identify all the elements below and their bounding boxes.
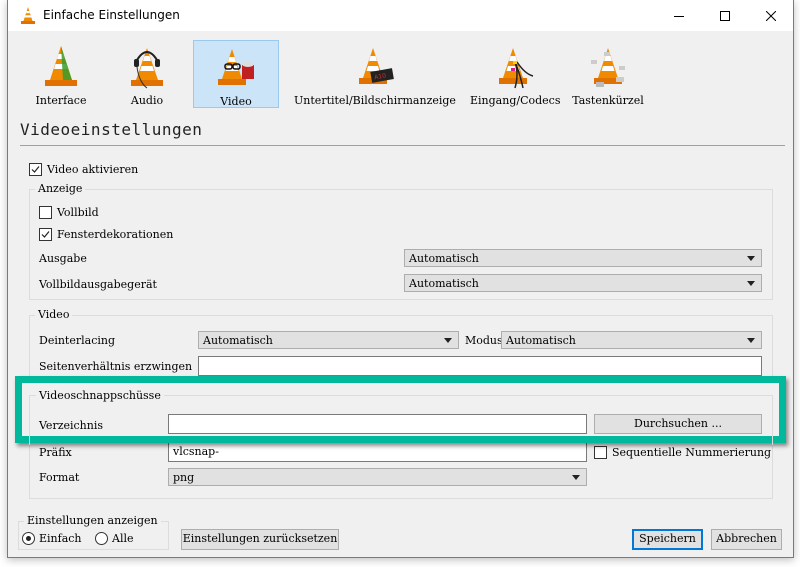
category-subtitles[interactable]: A10 Untertitel/Bildschirmanzeige	[290, 40, 460, 108]
vlc-cone-headphones-icon	[131, 48, 163, 89]
category-interface[interactable]: Interface	[18, 40, 104, 108]
dropdown-arrow-icon	[572, 475, 580, 480]
fullscreen-label: Vollbild	[57, 206, 99, 219]
save-button[interactable]: Speichern	[632, 529, 703, 550]
aspect-ratio-input[interactable]	[198, 356, 762, 376]
simple-radio[interactable]	[22, 532, 35, 545]
display-group-title: Anzeige	[35, 182, 86, 195]
window-decorations-label: Fensterdekorationen	[57, 228, 174, 241]
vlc-cone-subtitle-icon: A10	[359, 48, 394, 84]
mode-label: Modus	[465, 334, 503, 347]
video-enable-label: Video aktivieren	[47, 163, 139, 176]
prefix-input[interactable]: vlcsnap-	[168, 442, 587, 462]
vlc-cone-glasses-icon	[218, 49, 254, 85]
maximize-icon	[720, 10, 730, 21]
checkmark-icon	[41, 231, 50, 238]
vlc-cone-cables-icon	[499, 48, 534, 89]
aspect-ratio-label: Seitenverhältnis erzwingen	[39, 360, 193, 373]
video-enable-checkbox[interactable]	[29, 163, 42, 176]
all-radio[interactable]	[95, 532, 108, 545]
title-divider	[20, 145, 785, 146]
deinterlacing-label: Deinterlacing	[39, 334, 116, 347]
category-label: Eingang/Codecs	[470, 94, 561, 107]
cancel-button[interactable]: Abbrechen	[711, 529, 782, 550]
fullscreen-device-select[interactable]: Automatisch	[404, 274, 762, 292]
category-label: Tastenkürzel	[572, 94, 644, 107]
category-audio[interactable]: Audio	[104, 40, 190, 108]
category-hotkeys[interactable]: Tastenkürzel	[568, 40, 648, 108]
deinterlacing-value: Automatisch	[203, 334, 273, 347]
close-button[interactable]	[748, 0, 794, 31]
format-value: png	[173, 471, 195, 484]
format-select[interactable]: png	[168, 468, 587, 486]
deinterlacing-select[interactable]: Automatisch	[198, 331, 459, 349]
title-bar: Einfache Einstellungen	[8, 0, 793, 31]
browse-button[interactable]: Durchsuchen ...	[594, 414, 762, 434]
snapshots-group-title: Videoschnappschüsse	[36, 389, 164, 402]
fullscreen-device-label: Vollbildausgabegerät	[39, 278, 157, 291]
output-select[interactable]: Automatisch	[404, 249, 762, 267]
radio-selected-dot	[26, 536, 31, 541]
vlc-app-icon	[21, 7, 35, 24]
window-title: Einfache Einstellungen	[43, 8, 180, 22]
minimize-icon	[674, 15, 684, 17]
reset-settings-button[interactable]: Einstellungen zurücksetzen	[181, 529, 339, 550]
sequential-numbering-label: Sequentielle Nummerierung	[612, 446, 772, 459]
dropdown-arrow-icon	[747, 256, 755, 261]
mode-value: Automatisch	[506, 334, 576, 347]
dropdown-arrow-icon	[747, 338, 755, 343]
maximize-button[interactable]	[702, 0, 748, 31]
all-radio-label: Alle	[112, 532, 134, 545]
show-settings-title: Einstellungen anzeigen	[24, 514, 161, 527]
checkmark-icon	[31, 166, 40, 173]
simple-radio-label: Einfach	[39, 532, 82, 545]
dropdown-arrow-icon	[747, 281, 755, 286]
page-title: Videoeinstellungen	[20, 120, 203, 139]
category-input-codecs[interactable]: Eingang/Codecs	[470, 40, 560, 108]
minimize-button[interactable]	[656, 0, 702, 31]
fullscreen-device-value: Automatisch	[409, 277, 479, 290]
vlc-cone-interface-icon	[45, 46, 77, 86]
highlight-frame: Videoschnappschüsse Verzeichnis Durchsuc…	[15, 376, 786, 445]
category-label: Video	[220, 95, 252, 108]
window-decorations-checkbox[interactable]	[39, 228, 52, 241]
sequential-numbering-checkbox[interactable]	[594, 446, 607, 459]
category-label: Untertitel/Bildschirmanzeige	[294, 94, 456, 107]
directory-input[interactable]	[168, 414, 587, 434]
mode-select[interactable]: Automatisch	[501, 331, 762, 349]
output-value: Automatisch	[409, 252, 479, 265]
format-label: Format	[39, 471, 80, 484]
dropdown-arrow-icon	[444, 338, 452, 343]
video-group-title: Video	[35, 308, 73, 321]
output-label: Ausgabe	[39, 252, 87, 265]
prefix-label: Präfix	[39, 446, 72, 459]
category-video[interactable]: Video	[193, 40, 279, 108]
directory-label: Verzeichnis	[39, 419, 104, 432]
category-label: Interface	[35, 94, 87, 107]
category-label: Audio	[130, 94, 164, 107]
preferences-window: Einfache Einstellungen Interface Audio V…	[7, 0, 794, 558]
fullscreen-checkbox[interactable]	[39, 206, 52, 219]
close-icon	[766, 10, 776, 21]
vlc-cone-keys-icon	[591, 48, 625, 87]
